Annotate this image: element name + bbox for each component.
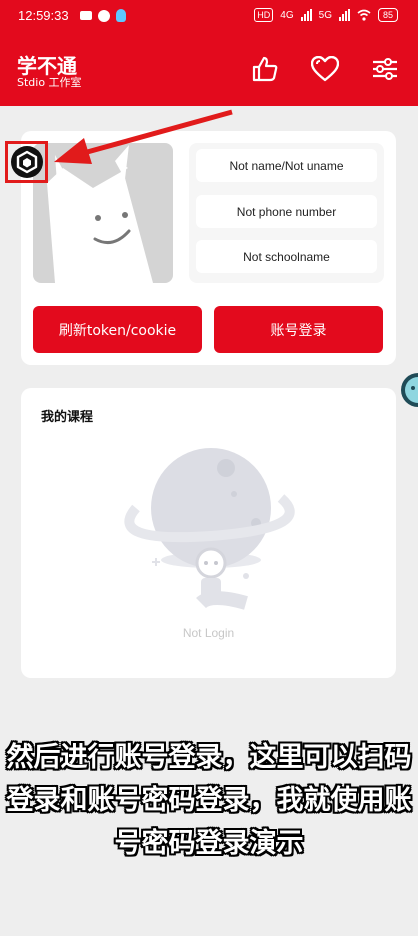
caption-line-2: 登录和账号密码登录，我就使用账	[6, 785, 412, 816]
annotation-arrow	[54, 109, 233, 164]
refresh-token-button[interactable]: 刷新token/cookie	[33, 306, 202, 353]
thumbs-up-button[interactable]	[250, 54, 280, 84]
account-login-button[interactable]: 账号登录	[214, 306, 383, 353]
hexagon-cube-icon	[10, 146, 43, 178]
video-icon	[80, 11, 92, 20]
settings-button[interactable]	[370, 54, 400, 84]
app-subtitle: Stdio 工作室	[17, 76, 82, 89]
empty-planet-illustration	[124, 448, 295, 610]
my-courses-card: 我的课程 Not Login	[21, 388, 396, 678]
status-system-icons: HD 4G 5G 85	[254, 8, 398, 22]
status-bar: 12:59:33 HD 4G 5G 85	[0, 0, 418, 34]
thumbs-up-icon	[252, 56, 278, 82]
status-time: 12:59:33	[18, 8, 69, 23]
battery-indicator: 85	[377, 8, 398, 22]
sliders-icon	[373, 58, 397, 80]
network-5g-label: 5G	[318, 9, 332, 21]
my-courses-title: 我的课程	[41, 410, 94, 425]
check-circle-icon	[98, 9, 110, 22]
profile-school-field: Not schoolname	[196, 240, 377, 273]
hd-badge: HD	[254, 8, 274, 22]
floating-assistant-icon[interactable]	[399, 372, 418, 408]
signal-4g-icon	[300, 9, 312, 21]
profile-phone-field: Not phone number	[196, 195, 377, 228]
app-notification-icon	[116, 9, 126, 22]
heart-icon	[311, 56, 339, 82]
favorite-button[interactable]	[310, 54, 340, 84]
status-notification-icons	[80, 9, 126, 22]
signal-5g-icon	[338, 9, 350, 21]
network-4g-label: 4G	[280, 9, 294, 21]
empty-state-text: Not Login	[182, 626, 235, 640]
caption-line-3: 号密码登录演示	[114, 828, 304, 859]
caption-line-1: 然后进行账号登录，这里可以扫码	[6, 742, 412, 773]
wifi-icon	[357, 9, 371, 21]
app-bar: 学不通 Stdio 工作室	[0, 34, 418, 106]
video-caption: 然后进行账号登录，这里可以扫码 登录和账号密码登录，我就使用账 号密码登录演示	[0, 736, 418, 865]
app-bar-actions	[250, 54, 400, 84]
